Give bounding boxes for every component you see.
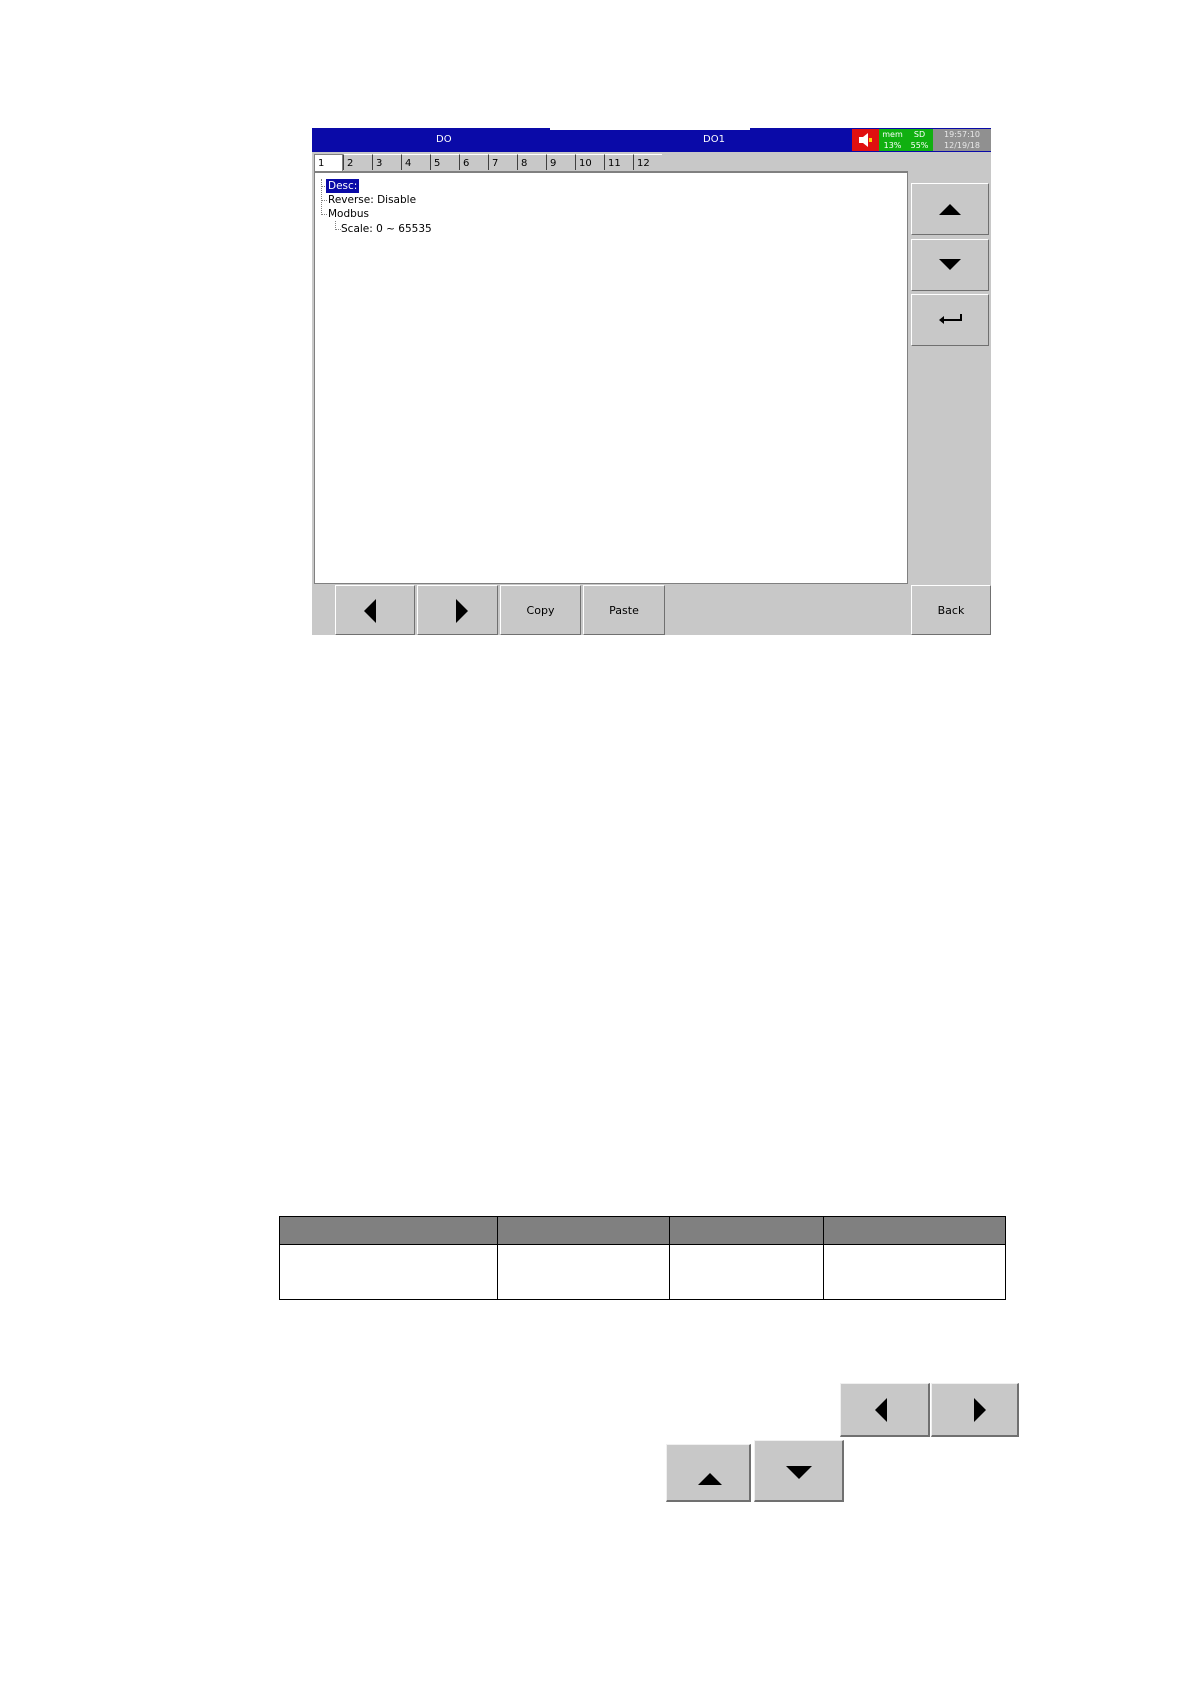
document-table [279,1216,1006,1300]
table-header-cell [823,1216,1006,1245]
table-cell [823,1244,1006,1300]
table-cell [279,1244,498,1300]
settings-tree: Desc: Reverse: Disable Modbus Scale: 0 ~… [314,172,908,584]
sd-status: SD 55% [906,129,933,151]
sd-value: 55% [910,141,929,150]
tab-7[interactable]: 7 [488,154,517,170]
table-header-cell [279,1216,498,1245]
clock-date: 12/19/18 [944,141,980,150]
arrow-right-icon [974,1398,986,1422]
up-arrow-button-image[interactable] [666,1444,751,1502]
arrow-up-icon [939,204,961,215]
title-right: DO1 [703,134,725,145]
tree-item-reverse[interactable]: Reverse: Disable [328,193,416,207]
clock: 19:57:10 12/19/18 [933,129,991,151]
tab-5[interactable]: 5 [430,154,459,170]
tree-item-desc[interactable]: Desc: [326,179,360,193]
tab-9[interactable]: 9 [546,154,575,170]
speaker-icon [859,133,872,147]
tree-connector [321,214,327,215]
left-arrow-button-image[interactable] [840,1383,930,1437]
enter-icon [939,314,962,324]
tab-6[interactable]: 6 [459,154,488,170]
arrow-left-icon [364,599,376,623]
table-header-cell [497,1216,670,1245]
tree-connector [321,200,327,201]
previous-button[interactable] [335,585,415,635]
paste-button[interactable]: Paste [583,585,665,635]
title-bar: DO DO1 mem 13% SD 55% 19:57:10 12/19/18 [312,128,991,152]
alarm-indicator[interactable] [852,129,879,151]
memory-value: 13% [883,141,902,150]
back-button[interactable]: Back [911,585,991,635]
tab-3[interactable]: 3 [372,154,401,170]
enter-button[interactable] [911,294,989,346]
tab-10[interactable]: 10 [575,154,604,170]
copy-button[interactable]: Copy [500,585,581,635]
memory-label: mem [882,130,903,139]
clock-time: 19:57:10 [944,130,980,139]
arrow-down-icon [786,1466,812,1479]
table-header-cell [669,1216,824,1245]
down-arrow-button-image[interactable] [754,1440,844,1502]
title-left: DO [436,134,452,145]
arrow-left-icon [875,1398,887,1422]
tab-11[interactable]: 11 [604,154,633,170]
scroll-down-button[interactable] [911,239,989,291]
tab-12[interactable]: 12 [633,154,662,170]
tree-connector [321,179,322,213]
right-arrow-button-image[interactable] [931,1383,1019,1437]
tab-2[interactable]: 2 [343,154,372,170]
arrow-up-icon [698,1473,722,1485]
tab-1[interactable]: 1 [314,154,343,171]
table-header-row [279,1216,1006,1245]
table-row [279,1244,1006,1300]
tab-4[interactable]: 4 [401,154,430,170]
table-cell [497,1244,670,1300]
arrow-down-icon [939,259,961,270]
tab-8[interactable]: 8 [517,154,546,170]
sd-label: SD [913,130,926,139]
table-cell [669,1244,824,1300]
memory-status: mem 13% [879,129,906,151]
channel-tabs: 1 2 3 4 5 6 7 8 9 10 11 12 [314,154,908,172]
scroll-up-button[interactable] [911,183,989,235]
tree-item-modbus[interactable]: Modbus [328,207,369,221]
device-screen: DO DO1 mem 13% SD 55% 19:57:10 12/19/18 … [312,128,991,635]
arrow-right-icon [456,599,468,623]
next-button[interactable] [417,585,498,635]
tree-item-scale[interactable]: Scale: 0 ~ 65535 [341,222,432,236]
